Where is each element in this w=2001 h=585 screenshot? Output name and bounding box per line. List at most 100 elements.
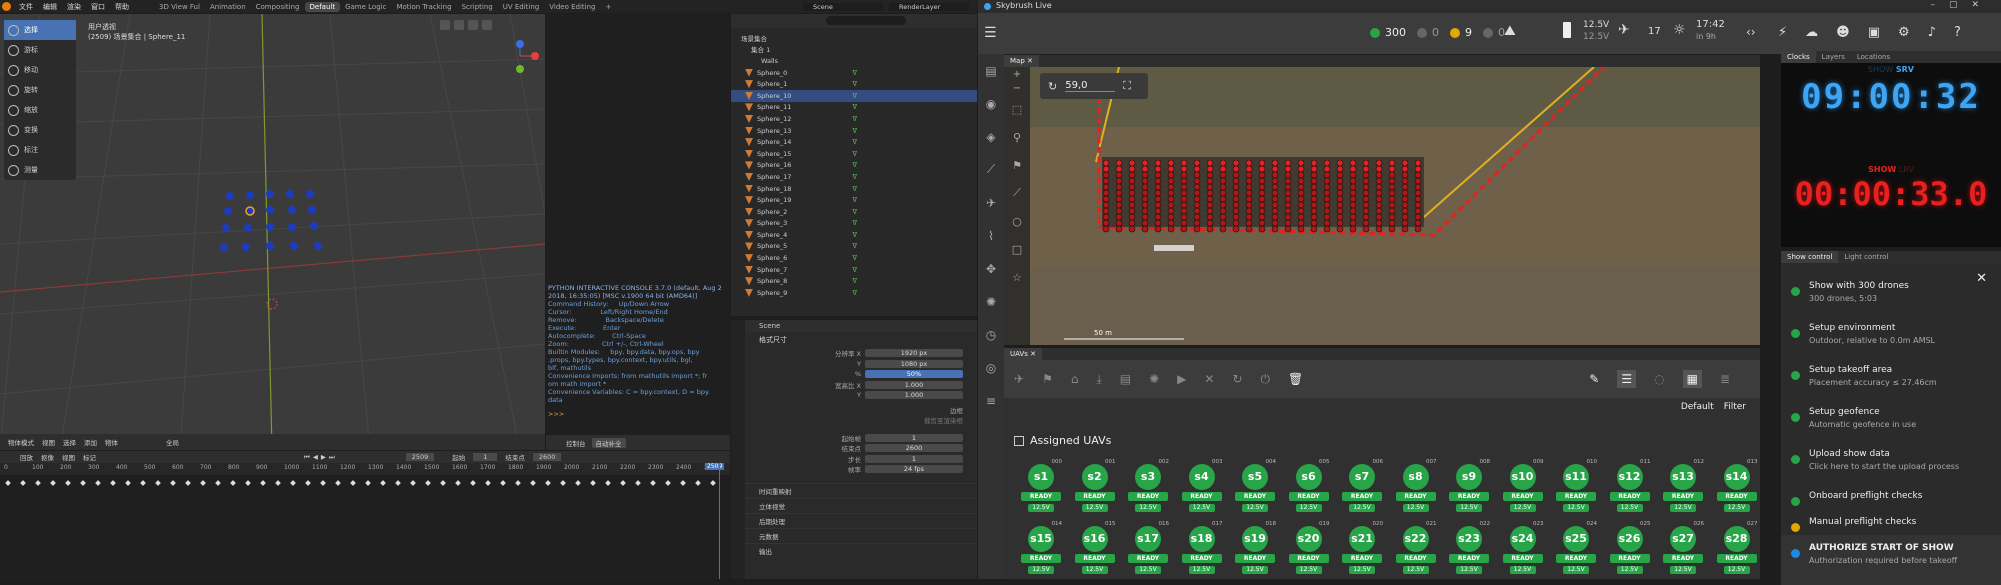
edit-icon[interactable]: ✎ — [1589, 372, 1599, 386]
play-icon[interactable]: ▶ — [1177, 372, 1186, 386]
uav-tile[interactable]: 006 s7 READY 12.5V — [1339, 459, 1385, 512]
props-panel[interactable]: 输出 — [745, 542, 977, 558]
eye-icon[interactable]: ᐁ — [853, 103, 857, 111]
clipboard-icon[interactable]: ▤ — [1120, 372, 1131, 386]
tab-clocks[interactable]: Clocks — [1781, 51, 1816, 63]
ws-scripting[interactable]: Scripting — [457, 2, 498, 12]
keyframe[interactable] — [290, 480, 296, 486]
outliner-item[interactable]: Sphere_1 ᐁ — [731, 78, 977, 90]
rotation-input[interactable]: 59,0 — [1065, 80, 1116, 92]
grid-icon[interactable] — [454, 20, 464, 30]
prop-field[interactable]: 1080 px — [865, 359, 963, 368]
keyframe[interactable] — [140, 480, 146, 486]
border-checkbox[interactable]: 边框 — [745, 405, 977, 415]
uav-tile[interactable]: 020 s21 READY 12.5V — [1339, 521, 1385, 574]
select-box-icon[interactable]: ⬚ — [1004, 95, 1030, 123]
keyframe[interactable] — [500, 480, 506, 486]
uav-tile[interactable]: 002 s3 READY 12.5V — [1125, 459, 1171, 512]
stop-icon[interactable]: ✕ — [1204, 372, 1214, 386]
map-panel[interactable]: Map ✕ 50 m + − ⬚ ⚲ ⚑ ⟋ ○ □ ☆ ↻ 59,0 ⛶ — [1004, 55, 1760, 345]
ws-animation[interactable]: Animation — [205, 2, 251, 12]
grid-view-icon[interactable]: ▦ — [1682, 370, 1702, 388]
person-icon[interactable]: ☻ — [1836, 25, 1850, 40]
keyframe[interactable] — [20, 480, 26, 486]
keyframe[interactable] — [545, 480, 551, 486]
uav-tile[interactable]: 003 s4 READY 12.5V — [1179, 459, 1225, 512]
keyframe[interactable] — [125, 480, 131, 486]
crop-checkbox[interactable]: 裁剪至渲染框 — [745, 415, 977, 425]
uav-tile[interactable]: 001 s2 READY 12.5V — [1072, 459, 1118, 512]
prop-field[interactable]: 50% — [865, 370, 963, 379]
bell-icon[interactable]: ♪ — [1928, 25, 1936, 40]
eye-icon[interactable]: ᐁ — [853, 138, 857, 146]
sort-select[interactable]: Default — [1681, 402, 1714, 412]
uav-tile[interactable]: 021 s22 READY 12.5V — [1393, 521, 1439, 574]
keyframe[interactable] — [230, 480, 236, 486]
outliner-item[interactable]: Sphere_15 ᐁ — [731, 148, 977, 160]
light-toggle-icon[interactable]: ✺ — [1149, 372, 1159, 386]
menu-view[interactable]: 视图 — [42, 437, 55, 447]
eye-icon[interactable]: ᐁ — [853, 277, 857, 285]
keyframe[interactable] — [635, 480, 641, 486]
toolbox-icon[interactable]: ▣ — [1868, 25, 1880, 40]
uav-tile[interactable]: 005 s6 READY 12.5V — [1286, 459, 1332, 512]
show-step[interactable]: Setup geofence Automatic geofence in use — [1781, 399, 2001, 439]
keyframe[interactable] — [485, 480, 491, 486]
properties-tabs[interactable] — [731, 320, 745, 579]
outliner-item[interactable]: Sphere_6 ᐁ — [731, 252, 977, 264]
scene-collection-row[interactable]: 场景集合 — [731, 32, 977, 44]
prop-field[interactable]: 1.000 — [865, 380, 963, 389]
ws-compositing[interactable]: Compositing — [251, 2, 305, 12]
timeline-ruler[interactable]: 0 100 200 300 400 500 600 700 800 900 1000 1100 1200… — [0, 463, 730, 475]
uav-tile[interactable]: 014 s15 READY 12.5V — [1018, 521, 1064, 574]
sun-icon[interactable]: ☼ — [1673, 22, 1686, 38]
outliner-item[interactable]: Sphere_17 ᐁ — [731, 171, 977, 183]
window-controls[interactable]: –▢✕ — [1930, 0, 1993, 10]
props-panel[interactable]: 时间重映射 — [745, 482, 977, 498]
outliner-item[interactable]: Sphere_19 ᐁ — [731, 194, 977, 206]
keyframe[interactable] — [665, 480, 671, 486]
gamepad-icon[interactable]: ✥ — [978, 252, 1004, 285]
help-icon[interactable]: ? — [1954, 25, 1961, 40]
filter-button[interactable]: Filter — [1724, 402, 1746, 412]
outliner-item[interactable]: Sphere_16 ᐁ — [731, 160, 977, 172]
chart-icon[interactable]: ⟋ — [978, 153, 1004, 186]
code-icon[interactable]: ‹› — [1746, 25, 1756, 39]
uav-status-counts[interactable]: 300 0 9 0 — [1370, 26, 1505, 39]
outliner-item[interactable]: Sphere_4 ᐁ — [731, 229, 977, 241]
eye-icon[interactable]: ᐁ — [853, 219, 857, 227]
outliner-item[interactable]: Sphere_2 ᐁ — [731, 206, 977, 218]
keyframe[interactable] — [275, 480, 281, 486]
outliner-item[interactable]: Sphere_10 ᐁ — [731, 89, 977, 102]
keyframe[interactable] — [470, 480, 476, 486]
dots-icon[interactable]: ◌ — [1654, 372, 1664, 386]
keyframe[interactable] — [200, 480, 206, 486]
eye-icon[interactable]: ᐁ — [853, 208, 857, 216]
keyframe[interactable] — [5, 480, 11, 486]
menu-object[interactable]: 物体 — [105, 437, 118, 447]
battery-icon[interactable] — [1563, 22, 1571, 38]
polyline-icon[interactable]: ⟋ — [1004, 179, 1030, 207]
tool-select[interactable]: 选择 — [4, 20, 76, 40]
eye-icon[interactable]: ᐁ — [853, 161, 857, 169]
uav-tile[interactable]: 009 s10 READY 12.5V — [1500, 459, 1546, 512]
keyframe[interactable] — [245, 480, 251, 486]
start-field[interactable]: 1 — [473, 453, 498, 461]
keyframe[interactable] — [185, 480, 191, 486]
eye-icon[interactable]: ᐁ — [853, 69, 857, 77]
tab-layers[interactable]: Layers — [1816, 51, 1851, 63]
frame-field[interactable]: 24 fps — [865, 465, 963, 474]
timeline-keyframes[interactable] — [0, 463, 730, 579]
menu-window[interactable]: 窗口 — [86, 2, 110, 12]
tab-light-control[interactable]: Light control — [1838, 251, 1894, 263]
menu-add[interactable]: 添加 — [84, 437, 97, 447]
uav-tile[interactable]: 023 s24 READY 12.5V — [1500, 521, 1546, 574]
list-icon[interactable]: ≡ — [978, 384, 1004, 417]
eye-icon[interactable]: ᐁ — [853, 150, 857, 158]
outliner-item[interactable]: Sphere_11 ᐁ — [731, 102, 977, 114]
antenna-icon[interactable]: ⌇ — [978, 219, 1004, 252]
blender-logo-icon[interactable] — [2, 2, 11, 11]
keyframe[interactable] — [95, 480, 101, 486]
outliner-item[interactable]: Sphere_8 ᐁ — [731, 275, 977, 287]
console-prompt[interactable]: >>> — [548, 410, 728, 418]
